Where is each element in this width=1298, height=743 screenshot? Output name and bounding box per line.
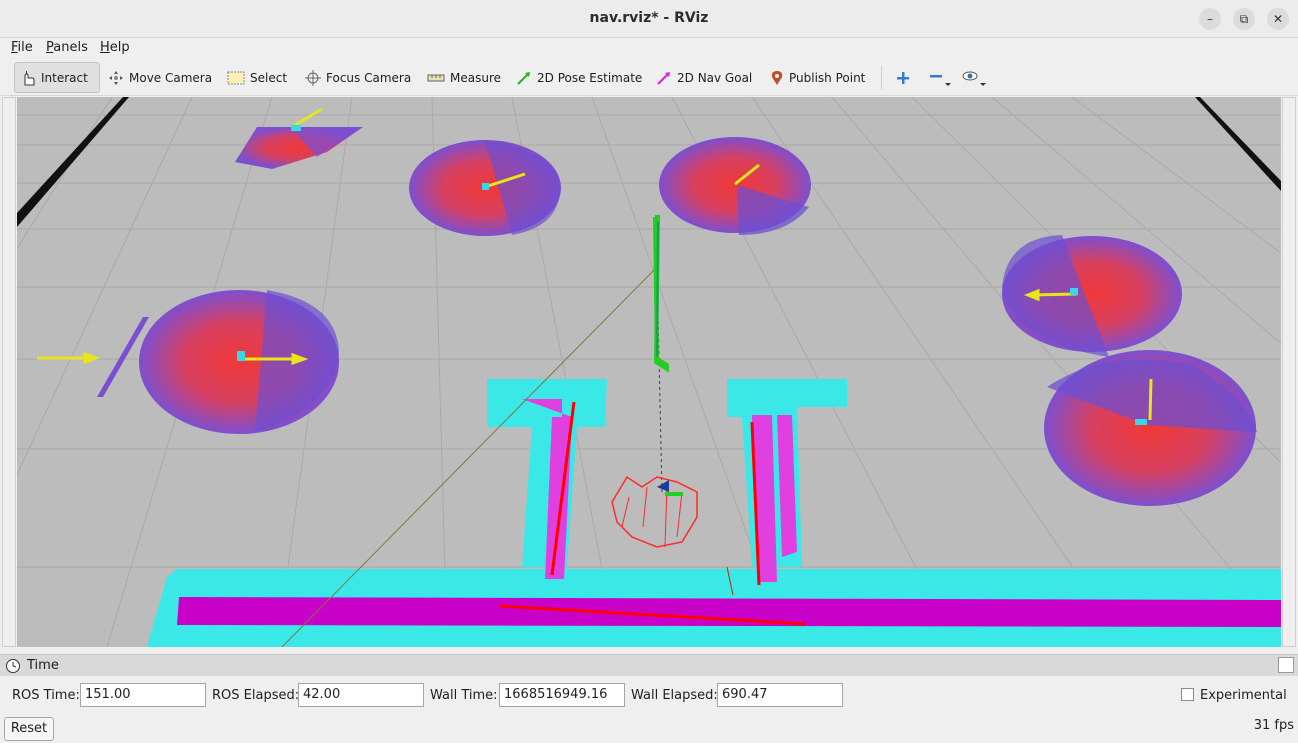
time-panel-header: Time — [0, 654, 1298, 676]
pose-estimate-label: 2D Pose Estimate — [537, 70, 643, 85]
ros-elapsed-field[interactable]: 42.00 — [298, 683, 424, 707]
wall-elapsed-label: Wall Elapsed: — [631, 688, 718, 703]
menu-help-label: elp — [109, 40, 130, 55]
focus-camera-label: Focus Camera — [326, 70, 412, 85]
window-title: nav.rviz* - RViz — [589, 10, 709, 26]
pose-estimate-tool[interactable]: 2D Pose Estimate — [510, 62, 648, 93]
tools-toolbar: Interact Move Camera Select Focus Camera… — [0, 60, 1298, 96]
menu-panels-label: anels — [53, 40, 88, 55]
render-viewport[interactable] — [17, 97, 1281, 647]
wall-time-field[interactable]: 1668516949.16 — [499, 683, 625, 707]
move-camera-label: Move Camera — [129, 70, 213, 85]
menu-bar: File Panels Help — [0, 38, 1298, 60]
ros-time-field[interactable]: 151.00 — [80, 683, 206, 707]
ros-elapsed-label: ROS Elapsed: — [212, 688, 300, 703]
menu-file[interactable]: File — [11, 40, 33, 55]
publish-point-tool[interactable]: Publish Point — [764, 62, 871, 93]
select-label: Select — [250, 70, 288, 85]
view-menu-button[interactable] — [955, 62, 998, 93]
close-button[interactable]: ✕ — [1267, 8, 1289, 30]
move-camera-icon — [109, 70, 123, 85]
nav-goal-tool[interactable]: 2D Nav Goal — [650, 62, 758, 93]
wall-time-label: Wall Time: — [430, 688, 498, 703]
clock-icon — [6, 659, 20, 673]
undock-button[interactable] — [1278, 657, 1294, 673]
measure-tool[interactable]: Measure — [421, 62, 507, 93]
measure-label: Measure — [450, 70, 501, 85]
title-bar: nav.rviz* - RViz – ⧉ ✕ — [0, 0, 1298, 38]
left-dock-handle[interactable] — [2, 97, 16, 647]
nav-goal-icon — [657, 71, 670, 85]
menu-help-mnemonic: H — [100, 40, 110, 55]
view-icon — [962, 71, 986, 86]
experimental-checkbox[interactable] — [1181, 688, 1194, 701]
time-panel-title: Time — [27, 658, 59, 673]
menu-file-label: ile — [17, 40, 33, 55]
select-icon — [227, 71, 245, 84]
rviz-3d-scene — [17, 97, 1281, 647]
move-camera-tool[interactable]: Move Camera — [102, 62, 218, 93]
fps-counter: 31 fps — [1253, 718, 1294, 733]
interact-icon — [24, 70, 35, 85]
zoom-in-icon — [897, 71, 909, 84]
interact-label: Interact — [41, 70, 88, 85]
menu-help[interactable]: Help — [100, 40, 130, 55]
rviz-window: nav.rviz* - RViz – ⧉ ✕ File Panels Help … — [0, 0, 1298, 743]
focus-camera-tool[interactable]: Focus Camera — [299, 62, 417, 93]
minimize-button[interactable]: – — [1199, 8, 1221, 30]
ros-time-label: ROS Time: — [12, 688, 80, 703]
menu-panels[interactable]: Panels — [46, 40, 88, 55]
add-tool-button[interactable] — [889, 62, 922, 93]
publish-point-label: Publish Point — [789, 70, 866, 85]
nav-goal-label: 2D Nav Goal — [677, 70, 753, 85]
reset-button[interactable]: Reset — [4, 717, 54, 741]
toolbar-separator — [881, 66, 882, 90]
zoom-out-icon — [930, 74, 951, 86]
experimental-label: Experimental — [1200, 688, 1287, 703]
interact-tool[interactable]: Interact — [14, 62, 100, 93]
wall-elapsed-field[interactable]: 690.47 — [717, 683, 843, 707]
right-dock-handle[interactable] — [1282, 97, 1296, 647]
publish-point-icon — [771, 70, 783, 85]
pose-estimate-icon — [517, 71, 530, 85]
focus-camera-icon — [305, 69, 321, 86]
measure-icon — [427, 74, 445, 81]
restore-button[interactable]: ⧉ — [1233, 8, 1255, 30]
select-tool[interactable]: Select — [221, 62, 293, 93]
